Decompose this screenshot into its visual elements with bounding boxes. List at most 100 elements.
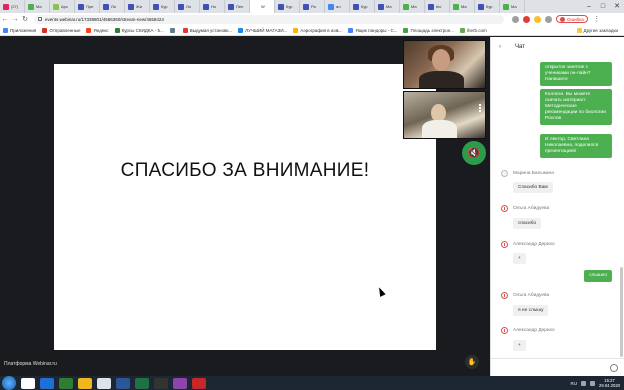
bookmark-item[interactable]: Яндекс: [86, 27, 109, 33]
chat-message: +: [513, 253, 526, 264]
bookmark-item[interactable]: Отправленные: [42, 27, 80, 33]
bookmark-item[interactable]: Площадь электрон...: [403, 27, 454, 33]
close-icon[interactable]: ✕: [610, 0, 624, 13]
reload-icon[interactable]: ↻: [20, 15, 30, 23]
favicon-icon: [428, 3, 434, 10]
tab-title: W: [261, 4, 265, 9]
volume-icon[interactable]: [590, 380, 596, 386]
microphone-mute-button[interactable]: 🔇: [462, 141, 486, 165]
address-bar: ← → ↻ events.webinar.ru/17339801/4566360…: [0, 13, 624, 25]
browser-tab[interactable]: Ма: [500, 0, 525, 13]
tab-title: Кур: [486, 4, 493, 9]
tab-title: Кур: [161, 4, 168, 9]
url-field[interactable]: events.webinar.ru/17339801/4566360/strea…: [34, 14, 504, 24]
bookmark-icon: [293, 27, 299, 33]
taskbar-app-icon[interactable]: [192, 377, 206, 389]
bookmark-item[interactable]: ЛУЧШИЙ МАГАЗИ...: [238, 27, 287, 33]
taskbar-app-icon[interactable]: [116, 377, 130, 389]
taskbar-app-icon[interactable]: [154, 377, 168, 389]
browser-tab[interactable]: W: [250, 0, 275, 13]
forward-icon[interactable]: →: [10, 16, 20, 23]
network-icon[interactable]: [581, 380, 587, 386]
favicon-icon: [403, 3, 409, 10]
tab-title: bio: [436, 4, 442, 9]
chat-message-outgoing: слышно: [584, 270, 612, 282]
webcam-video[interactable]: [403, 91, 486, 139]
taskbar-app-icon[interactable]: [173, 377, 187, 389]
extension-icon[interactable]: [512, 15, 519, 23]
bookmark-label: Приложения: [10, 27, 37, 33]
taskbar-app-icon[interactable]: [40, 377, 54, 389]
bookmark-item[interactable]: Ящик пандоры - С...: [348, 27, 397, 33]
microphone-off-icon: 🔇: [467, 147, 481, 159]
bookmark-other[interactable]: Другие закладки: [576, 27, 618, 33]
chat-message: Спасибо Вам: [513, 182, 553, 193]
browser-tab[interactable]: Жи: [125, 0, 150, 13]
browser-tab[interactable]: Кур: [275, 0, 300, 13]
taskbar-app-icon[interactable]: [59, 377, 73, 389]
browser-tab[interactable]: Арс: [50, 0, 75, 13]
browser-tab[interactable]: Кур: [350, 0, 375, 13]
bookmark-icon: [403, 27, 409, 33]
browser-tab[interactable]: Ма: [450, 0, 475, 13]
browser-tab[interactable]: Пен: [225, 0, 250, 13]
browser-tab[interactable]: (27): [0, 0, 25, 13]
collapse-chevron-icon[interactable]: ›: [499, 44, 501, 50]
tab-title: Ма: [511, 4, 517, 9]
tab-title: Ли: [186, 4, 191, 9]
clock[interactable]: 15:27 29.04.2020: [599, 378, 620, 388]
tab-title: Пен: [236, 4, 244, 9]
browser-tab[interactable]: Но: [200, 0, 225, 13]
taskbar-app-icon[interactable]: [135, 377, 149, 389]
taskbar-app-icon[interactable]: [97, 377, 111, 389]
chat-sender: Александр Дерихо: [501, 241, 555, 248]
taskbar-app-icon[interactable]: [78, 377, 92, 389]
chat-messages: открытое занятие с учениками он-лайн? На…: [491, 57, 618, 358]
webcam-video[interactable]: [403, 40, 486, 89]
bookmark-icon: [86, 27, 92, 33]
browser-tab[interactable]: Ма: [25, 0, 50, 13]
favicon-icon: [103, 3, 109, 10]
browser-tab[interactable]: Ли: [175, 0, 200, 13]
browser-tab[interactable]: Кур: [475, 0, 500, 13]
menu-icon[interactable]: ⋮: [592, 15, 602, 23]
maximize-icon[interactable]: □: [596, 0, 610, 13]
raise-hand-button[interactable]: ✋: [465, 355, 479, 369]
extension-icon[interactable]: [534, 15, 541, 23]
chat-panel: › Чат открытое занятие с учениками он-ла…: [490, 37, 624, 376]
browser-tab[interactable]: ал: [325, 0, 350, 13]
more-icon[interactable]: [479, 104, 481, 112]
bookmark-item[interactable]: Выдумая установк...: [182, 27, 232, 33]
bookmark-icon: [182, 27, 188, 33]
browser-tab[interactable]: bio: [425, 0, 450, 13]
browser-tab[interactable]: Ли: [100, 0, 125, 13]
bookmark-item[interactable]: [169, 27, 177, 33]
start-button[interactable]: [2, 376, 16, 390]
bookmark-item[interactable]: Приложения: [3, 27, 37, 33]
browser-tab[interactable]: Ма: [400, 0, 425, 13]
extension-icon[interactable]: [545, 15, 552, 23]
taskbar: RU 15:27 29.04.2020: [0, 376, 624, 390]
browser-tab[interactable]: Ра: [300, 0, 325, 13]
taskbar-app-icon[interactable]: [21, 377, 35, 389]
profile-button[interactable]: Ошибка: [556, 15, 588, 23]
browser-tab[interactable]: Кур: [150, 0, 175, 13]
favicon-icon: [378, 3, 384, 10]
tab-title: Жи: [136, 4, 142, 9]
browser-tab[interactable]: Ма: [375, 0, 400, 13]
chat-input[interactable]: [491, 358, 624, 376]
minimize-icon[interactable]: –: [582, 0, 596, 13]
browser-tab[interactable]: Пре: [75, 0, 100, 13]
bookmark-item[interactable]: iherb.com: [459, 27, 487, 33]
language-indicator[interactable]: RU: [571, 381, 578, 386]
extension-icon[interactable]: [523, 15, 530, 23]
bookmark-item[interactable]: Аэрография в аэ&...: [293, 27, 342, 33]
chat-scrollbar[interactable]: [620, 267, 623, 357]
profile-label: Ошибка: [567, 16, 584, 22]
bookmark-item[interactable]: Курсы СКИДКА - 5...: [114, 27, 164, 33]
emoji-icon[interactable]: [610, 363, 618, 372]
tab-title: Ма: [386, 4, 392, 9]
chat-message-outgoing: открытое занятие с учениками он-лайн? На…: [540, 62, 612, 86]
bookmark-icon: [114, 27, 120, 33]
back-icon[interactable]: ←: [0, 16, 10, 23]
